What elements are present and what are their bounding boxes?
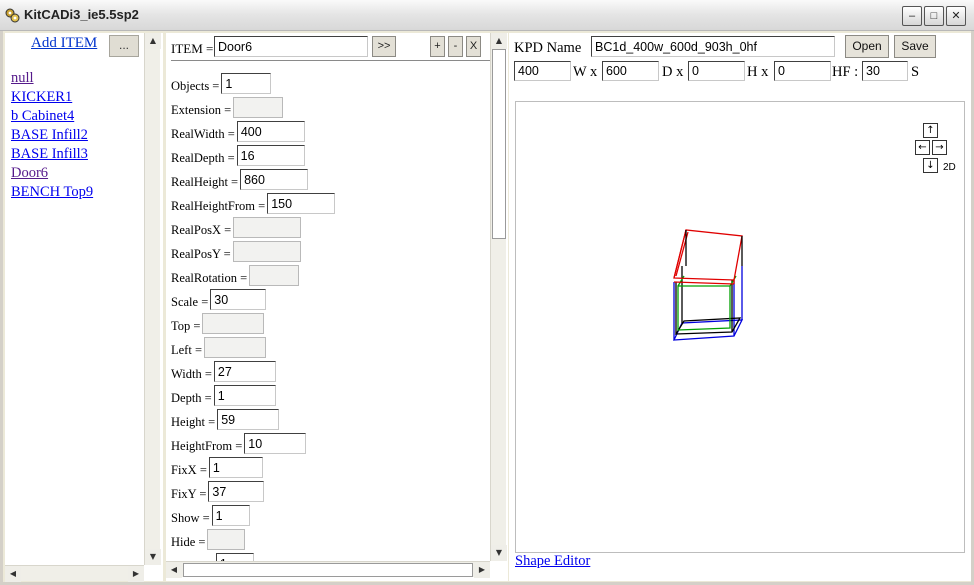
- left-horizontal-scrollbar[interactable]: ◀ ▶: [5, 565, 144, 582]
- property-input[interactable]: [215, 553, 254, 561]
- property-input[interactable]: [244, 433, 307, 454]
- kpd-name-input[interactable]: [591, 36, 835, 57]
- scroll-right-arrow-icon[interactable]: ▶: [128, 566, 144, 582]
- property-input[interactable]: [210, 289, 267, 310]
- property-input[interactable]: [236, 121, 305, 142]
- property-label: FixX =: [171, 463, 207, 477]
- property-label: Left =: [171, 343, 202, 357]
- property-input[interactable]: [208, 457, 263, 478]
- arrow-up-icon[interactable]: ↑: [923, 123, 938, 138]
- property-input[interactable]: [240, 169, 309, 190]
- scale-label: S: [911, 64, 920, 80]
- property-label: Depth =: [171, 391, 212, 405]
- item-link[interactable]: null: [11, 69, 93, 88]
- item-link[interactable]: b Cabinet4: [11, 107, 93, 126]
- depth-input[interactable]: [602, 61, 659, 81]
- scroll-left-arrow-icon[interactable]: ◀: [166, 562, 182, 578]
- item-link[interactable]: Door6: [11, 164, 93, 183]
- property-label: RealWidth =: [171, 127, 235, 141]
- property-label: Scale =: [171, 295, 209, 309]
- property-label: RealRotation =: [171, 271, 248, 285]
- cabinet-wireframe: [672, 229, 744, 341]
- item-link[interactable]: BASE Infill2: [11, 126, 93, 145]
- hf-label: HF :: [832, 64, 859, 80]
- property-input[interactable]: [236, 145, 305, 166]
- kpd-panel: KPD Name Open Save W x D x H x HF : S ↑ …: [509, 33, 971, 581]
- more-button[interactable]: ...: [109, 35, 139, 57]
- height-input[interactable]: [688, 61, 745, 81]
- preview-canvas[interactable]: ↑ ← → ↓ 2D: [515, 101, 965, 553]
- property-input[interactable]: [221, 73, 272, 94]
- property-label: Show =: [171, 511, 210, 525]
- scroll-thumb[interactable]: [183, 563, 473, 577]
- property-label: HeightFrom =: [171, 439, 243, 453]
- scroll-thumb[interactable]: [492, 49, 506, 239]
- width-label: W x: [573, 64, 598, 80]
- gear-app-icon: [5, 8, 20, 23]
- view-mode-2d-label: 2D: [943, 162, 956, 173]
- maximize-button[interactable]: □: [924, 6, 944, 26]
- close-window-button[interactable]: ✕: [946, 6, 966, 26]
- property-label: Height =: [171, 415, 216, 429]
- property-input[interactable]: [213, 361, 276, 382]
- depth-label: D x: [662, 64, 684, 80]
- property-input[interactable]: [249, 265, 300, 286]
- scroll-down-arrow-icon[interactable]: ▼: [145, 549, 161, 565]
- property-input[interactable]: [202, 313, 265, 334]
- scroll-up-arrow-icon[interactable]: ▲: [491, 33, 507, 49]
- property-input[interactable]: [232, 241, 301, 262]
- property-input[interactable]: [233, 217, 302, 238]
- height-label: H x: [747, 64, 769, 80]
- mid-vertical-scrollbar[interactable]: ▲ ▼: [490, 33, 507, 561]
- scale-input[interactable]: [862, 61, 908, 81]
- property-fields: Objects = Extension = RealWidth = RealDepth…: [166, 33, 490, 561]
- property-label: FixY =: [171, 487, 207, 501]
- item-link[interactable]: BENCH Top9: [11, 183, 93, 202]
- width-input[interactable]: [514, 61, 571, 81]
- shape-editor-link[interactable]: Shape Editor: [515, 553, 590, 570]
- property-input[interactable]: [233, 97, 284, 118]
- item-link[interactable]: BASE Infill3: [11, 145, 93, 164]
- property-input[interactable]: [213, 385, 276, 406]
- property-label: Width =: [171, 367, 212, 381]
- item-list: null KICKER1 b Cabinet4 BASE Infill2 BASE In…: [11, 69, 93, 202]
- property-label: RealPosY =: [171, 247, 231, 261]
- kpd-name-label: KPD Name: [514, 40, 582, 56]
- scroll-up-arrow-icon[interactable]: ▲: [145, 33, 161, 49]
- property-label: RealHeight =: [171, 175, 239, 189]
- property-input[interactable]: [204, 337, 266, 358]
- arrow-down-icon[interactable]: ↓: [923, 158, 938, 173]
- property-label: RealDepth =: [171, 151, 235, 165]
- property-label: Hide =: [171, 535, 206, 549]
- property-input[interactable]: [207, 529, 246, 550]
- property-input[interactable]: [208, 481, 265, 502]
- item-list-panel: Add ITEM ... null KICKER1 b Cabinet4 BASE I…: [5, 33, 163, 582]
- left-vertical-scrollbar[interactable]: ▲ ▼: [144, 33, 161, 565]
- open-button[interactable]: Open: [845, 35, 889, 58]
- property-label: RealHeightFrom =: [171, 199, 266, 213]
- item-editor-panel: ITEM = >> + - X Objects =Extension =Real…: [166, 33, 508, 581]
- item-link[interactable]: KICKER1: [11, 88, 93, 107]
- minimize-button[interactable]: –: [902, 6, 922, 26]
- property-input[interactable]: [267, 193, 336, 214]
- property-label: Extension =: [171, 103, 232, 117]
- property-label: RealPosX =: [171, 223, 232, 237]
- arrow-left-icon[interactable]: ←: [915, 140, 930, 155]
- save-button[interactable]: Save: [894, 35, 936, 58]
- mid-horizontal-scrollbar[interactable]: ◀ ▶: [166, 561, 490, 578]
- height-from-input[interactable]: [774, 61, 831, 81]
- property-label: Top =: [171, 319, 201, 333]
- window-title: KitCADi3_ie5.5sp2: [24, 7, 139, 22]
- scroll-down-arrow-icon[interactable]: ▼: [491, 545, 507, 561]
- property-label: Objects =: [171, 79, 220, 93]
- property-input[interactable]: [217, 409, 280, 430]
- scroll-right-arrow-icon[interactable]: ▶: [474, 562, 490, 578]
- arrow-right-icon[interactable]: →: [932, 140, 947, 155]
- title-bar: KitCADi3_ie5.5sp2 – □ ✕: [0, 0, 974, 31]
- property-input[interactable]: [211, 505, 250, 526]
- add-item-link[interactable]: Add ITEM: [31, 35, 97, 52]
- scroll-left-arrow-icon[interactable]: ◀: [5, 566, 21, 582]
